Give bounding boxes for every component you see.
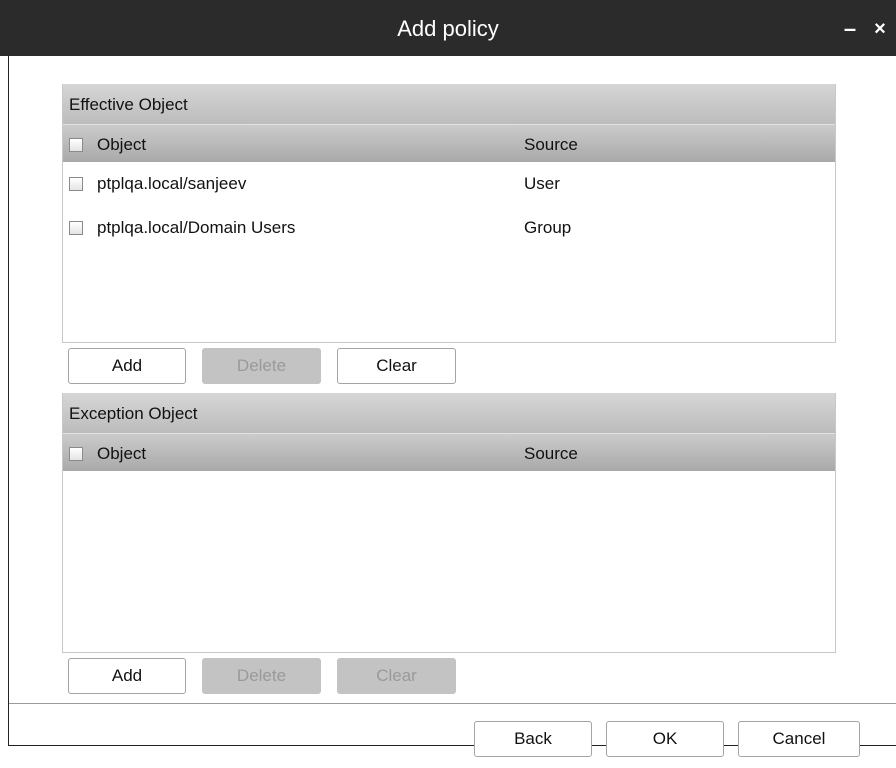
exception-object-title: Exception Object bbox=[63, 393, 835, 433]
effective-delete-button[interactable]: Delete bbox=[202, 348, 321, 384]
row-source: User bbox=[524, 174, 560, 193]
effective-object-title: Effective Object bbox=[63, 84, 835, 124]
exception-object-column-header[interactable]: Object bbox=[97, 434, 146, 474]
footer-divider bbox=[9, 703, 896, 704]
close-button[interactable]: × bbox=[868, 0, 892, 56]
row-object: ptplqa.local/sanjeev bbox=[97, 174, 247, 193]
effective-add-button[interactable]: Add bbox=[68, 348, 186, 384]
exception-select-all-checkbox[interactable] bbox=[69, 447, 83, 461]
exception-object-panel: Exception Object Object Source bbox=[62, 393, 836, 653]
back-button[interactable]: Back bbox=[474, 721, 592, 757]
row-checkbox[interactable] bbox=[69, 221, 83, 235]
exception-source-column-header[interactable]: Source bbox=[524, 434, 578, 474]
table-row[interactable]: ptplqa.local/Domain Users Group bbox=[63, 206, 835, 250]
ok-button[interactable]: OK bbox=[606, 721, 724, 757]
table-row[interactable]: ptplqa.local/sanjeev User bbox=[63, 162, 835, 206]
row-object: ptplqa.local/Domain Users bbox=[97, 218, 296, 237]
effective-select-all-checkbox[interactable] bbox=[69, 138, 83, 152]
cancel-button[interactable]: Cancel bbox=[738, 721, 860, 757]
effective-source-column-header[interactable]: Source bbox=[524, 125, 578, 165]
effective-clear-button[interactable]: Clear bbox=[337, 348, 456, 384]
exception-column-header: Object Source bbox=[63, 433, 835, 471]
effective-object-column-header[interactable]: Object bbox=[97, 125, 146, 165]
effective-object-panel: Effective Object Object Source ptplqa.lo… bbox=[62, 84, 836, 343]
window-border-left bbox=[8, 56, 9, 746]
row-checkbox[interactable] bbox=[69, 177, 83, 191]
exception-clear-button[interactable]: Clear bbox=[337, 658, 456, 694]
window-title: Add policy bbox=[397, 16, 499, 41]
effective-column-header: Object Source bbox=[63, 124, 835, 162]
minimize-button[interactable]: – bbox=[838, 0, 862, 56]
row-source: Group bbox=[524, 218, 572, 237]
exception-delete-button[interactable]: Delete bbox=[202, 658, 321, 694]
exception-add-button[interactable]: Add bbox=[68, 658, 186, 694]
title-bar: Add policy – × bbox=[0, 0, 896, 56]
